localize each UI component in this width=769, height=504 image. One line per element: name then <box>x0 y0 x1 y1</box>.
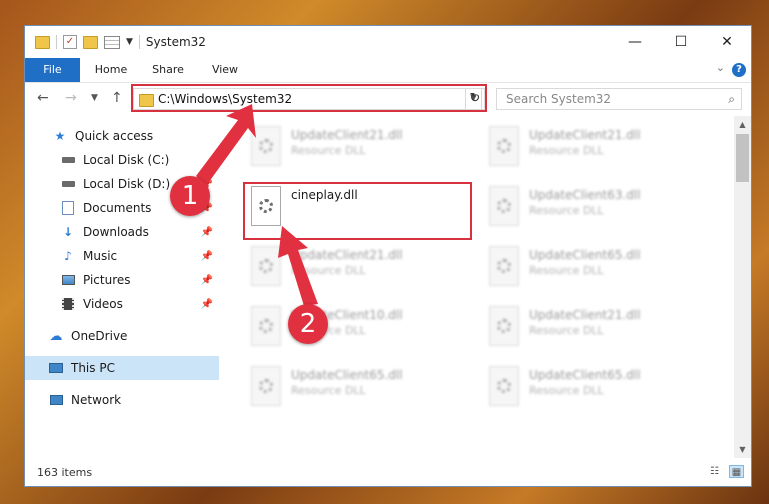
annotation-arrows <box>196 104 318 306</box>
callout-step-2: 2 <box>288 304 328 344</box>
arrow-2-icon <box>278 226 318 306</box>
arrow-1-icon <box>196 104 256 186</box>
callout-step-1: 1 <box>170 176 210 216</box>
